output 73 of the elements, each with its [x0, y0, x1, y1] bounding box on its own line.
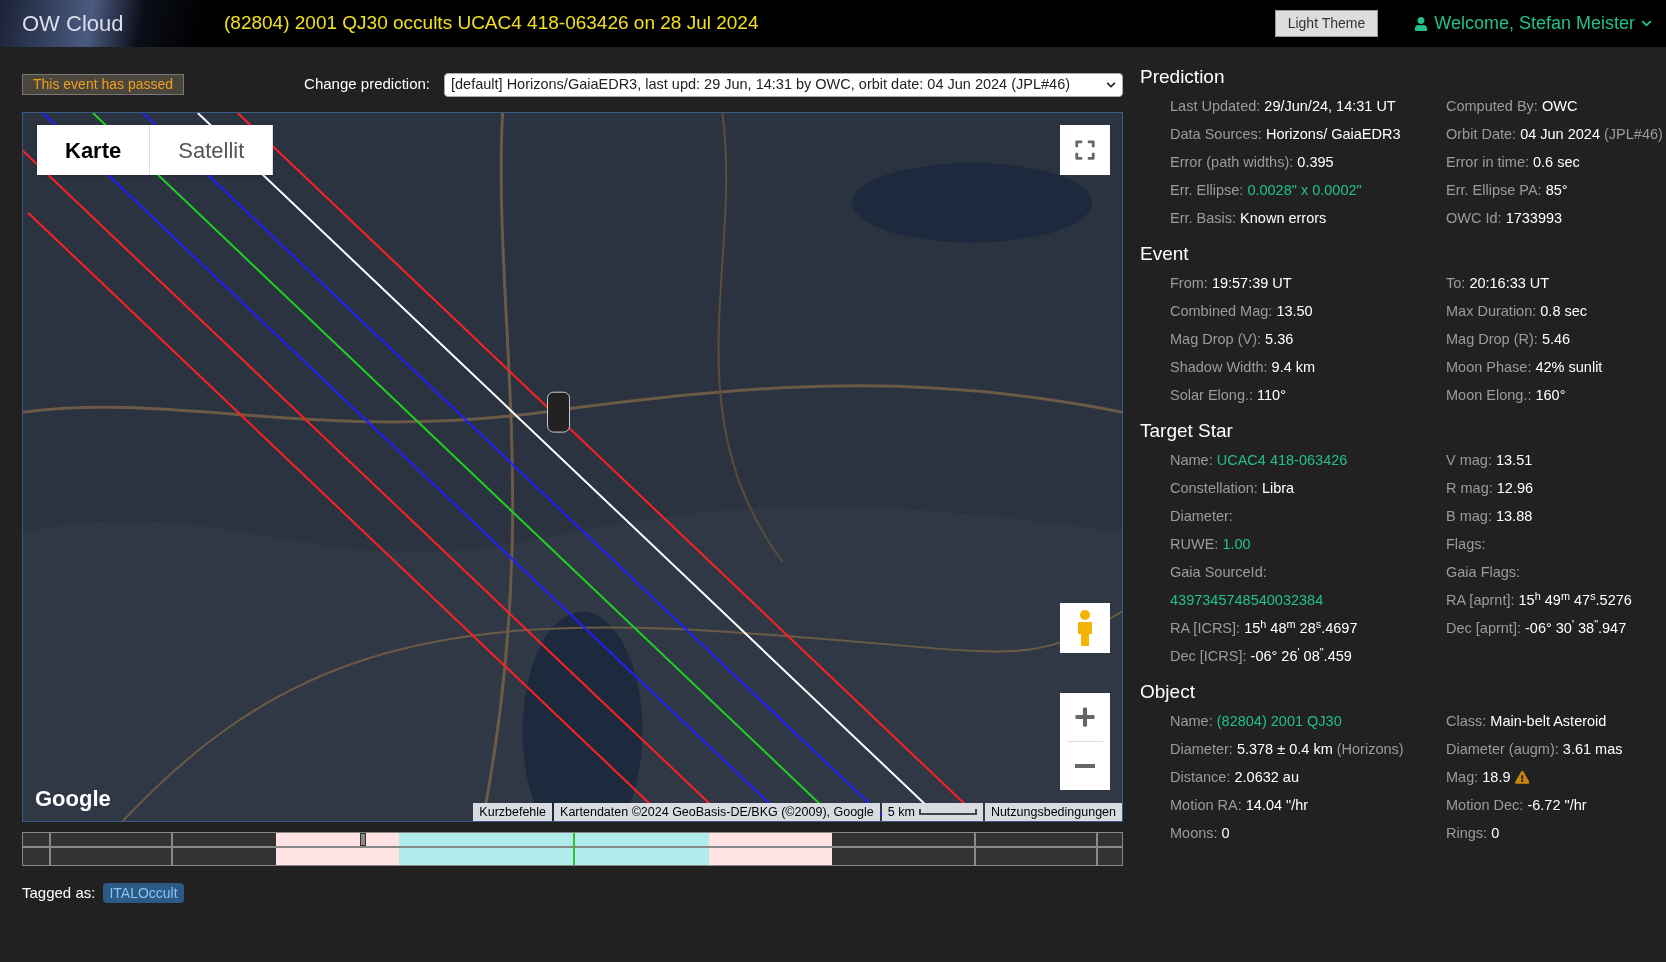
- map-type-tab[interactable]: Karte: [37, 125, 151, 175]
- prediction-label: Change prediction:: [304, 74, 430, 95]
- field-text: Dec [ICRS]: -06° 26$^{'}$ 08$^{"}$.459: [1170, 644, 1353, 666]
- field-text: RA [ICRS]: 15$^{h}$ 48$^{m}$ 28$^{s}$.4697: [1170, 616, 1359, 638]
- section-heading: Target Star: [1140, 419, 1234, 443]
- field-text: To: 20:16:33 UT: [1446, 274, 1551, 293]
- section-heading: Prediction: [1140, 65, 1226, 89]
- field-text: Error in time: 0.6 sec: [1446, 153, 1581, 172]
- field-text: Name: UCAC4 418-063426: [1170, 451, 1349, 470]
- field-text: Motion RA: 14.04 "/hr: [1170, 796, 1310, 815]
- field-text: Moon Phase: 42% sunlit: [1446, 358, 1604, 377]
- attribution-link[interactable]: Kartendaten ©2024 GeoBasis-DE/BKG (©2009), Google: [554, 803, 880, 821]
- field-text: Err. Ellipse PA: 85°: [1446, 181, 1569, 200]
- google-logo: Google: [35, 785, 111, 813]
- tag[interactable]: ITALOccult: [103, 883, 184, 904]
- field-text: Solar Elong.: 110°: [1170, 386, 1287, 405]
- field-text: Error (path widths): 0.395: [1170, 153, 1335, 172]
- terms-link[interactable]: Nutzungsbedingungen: [984, 803, 1122, 821]
- field-text: Rings: 0: [1446, 824, 1501, 843]
- field-text: Class: Main-belt Asteroid: [1446, 712, 1608, 731]
- field-text: From: 19:57:39 UT: [1170, 274, 1293, 293]
- field-text: V mag: 13.51: [1446, 451, 1534, 470]
- prediction-select[interactable]: [default] Horizons/GaiaEDR3, last upd: 29 Jun, 14:31 by OWC, orbit date: 04 Jun 2024 (JPL#46): [444, 72, 1123, 97]
- field-text: R mag: 12.96: [1446, 479, 1535, 498]
- field-text: Diameter: 5.378 ± 0.4 km (Horizons): [1170, 740, 1405, 759]
- section-heading: Object: [1140, 680, 1196, 704]
- person-icon: [1075, 609, 1095, 647]
- field-text: RA [aprnt]: 15$^{h}$ 49$^{m}$ 47$^{s}$.5276: [1446, 588, 1633, 610]
- field-text: Gaia Flags:: [1446, 563, 1522, 582]
- field-text: Gaia SourceId: 4397345748540032384: [1170, 563, 1325, 610]
- field-text: Computed By: OWC: [1446, 97, 1579, 116]
- field-text: Diameter:: [1170, 507, 1234, 526]
- field-text: Flags:: [1446, 535, 1487, 554]
- scale-bar: 5 km: [881, 803, 983, 821]
- fullscreen-button[interactable]: [1060, 125, 1110, 175]
- logo: OW Cloud: [0, 0, 200, 47]
- field-text: Motion Dec: -6.72 "/hr: [1446, 796, 1588, 815]
- field-text: B mag: 13.88: [1446, 507, 1534, 526]
- fullscreen-icon: [1074, 139, 1096, 161]
- attribution-link[interactable]: Kurzbefehle: [473, 803, 553, 821]
- status-badge: This event has passed: [22, 74, 185, 95]
- field-text: Combined Mag: 13.50: [1170, 302, 1314, 321]
- field-text: Name: (82804) 2001 QJ30: [1170, 712, 1343, 731]
- field-text: RUWE: 1.00: [1170, 535, 1252, 554]
- field-text: Distance: 2.0632 au: [1170, 768, 1300, 787]
- field-text: Mag Drop (V): 5.36: [1170, 330, 1295, 349]
- field-text: Dec [aprnt]: -06° 30$^{'}$ 38$^{"}$.947: [1446, 616, 1628, 638]
- field-text: Diameter (augm): 3.61 mas: [1446, 740, 1624, 759]
- field-text: Last Updated: 29/Jun/24, 14:31 UT: [1170, 97, 1397, 116]
- field-text: Mag Drop (R): 5.46: [1446, 330, 1572, 349]
- theme-button[interactable]: Light Theme: [1274, 10, 1379, 37]
- user-menu[interactable]: Welcome, Stefan Meister: [1414, 10, 1652, 37]
- plus-icon: [1074, 706, 1096, 728]
- field-text: Data Sources: Horizons/ GaiaEDR3: [1170, 125, 1402, 144]
- chevron-icon: [1106, 79, 1116, 90]
- field-text: Max Duration: 0.8 sec: [1446, 302, 1589, 321]
- field-text: Moon Elong.: 160°: [1446, 386, 1567, 405]
- field-text: Err. Basis: Known errors: [1170, 209, 1328, 228]
- user-icon: [1414, 16, 1429, 31]
- minus-icon: [1075, 764, 1095, 768]
- field-text: Orbit Date: 04 Jun 2024 (JPL#46): [1446, 125, 1664, 144]
- field-text: OWC Id: 1733993: [1446, 209, 1564, 228]
- field-text: Mag: 18.9: [1446, 763, 1666, 791]
- map-type-tab[interactable]: Satellit: [150, 125, 274, 175]
- chevron-icon: [1641, 18, 1652, 29]
- page-title: (82804) 2001 QJ30 occults UCAC4 418-063426 on 28 Jul 2024: [224, 11, 759, 36]
- field-text: Constellation: Libra: [1170, 479, 1296, 498]
- field-text: Err. Ellipse: 0.0028" x 0.0002": [1170, 181, 1363, 200]
- section-heading: Event: [1140, 242, 1190, 266]
- field-text: Moons: 0: [1170, 824, 1231, 843]
- tags-label: Tagged as:: [22, 883, 96, 903]
- map[interactable]: Karte Satellit Google Kurzbefehle Kartendaten ©2024 GeoBasis-DE/BKG (©2009), Google 5 km Nutzungsbedingungen: [22, 112, 1123, 822]
- field-text: Shadow Width: 9.4 km: [1170, 358, 1317, 377]
